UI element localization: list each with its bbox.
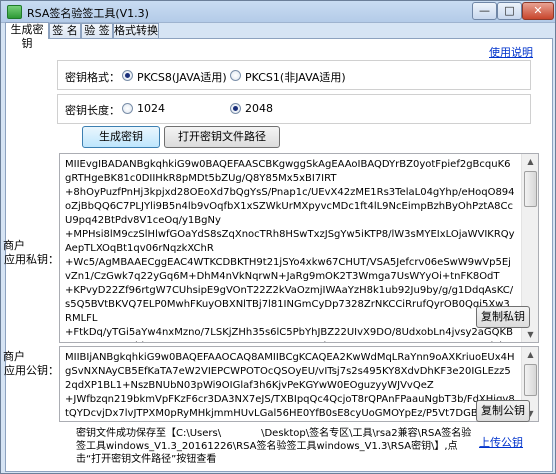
key-length-label: 密钥长度：: [65, 104, 120, 117]
title-bar: RSA签名验签工具(V1.3) — □ ✕: [1, 1, 555, 23]
tab-format-convert[interactable]: 格式转换: [113, 23, 159, 38]
private-key-text: MIIEvgIBADANBgkqhkiG9w0BAQEFAASCBKgwggSk…: [65, 159, 515, 342]
pkcs1-radio[interactable]: [230, 70, 241, 81]
scroll-up-icon[interactable]: ▲: [523, 154, 538, 169]
pkcs8-radio[interactable]: [122, 70, 133, 81]
length-1024-label[interactable]: 1024: [137, 102, 165, 115]
pkcs1-radio-label[interactable]: PKCS1(非JAVA适用): [245, 69, 346, 85]
tab-verify[interactable]: 验 签: [81, 23, 113, 38]
private-key-textarea[interactable]: MIIEvgIBADANBgkqhkiG9w0BAQEFAASCBKgwggSk…: [59, 153, 539, 343]
public-key-label-line1: 商户: [3, 350, 25, 363]
length-2048-radio[interactable]: [230, 103, 241, 114]
app-icon: [7, 5, 22, 19]
length-1024-radio[interactable]: [122, 103, 133, 114]
private-key-label: 商户 应用私钥：: [3, 239, 59, 267]
close-button[interactable]: ✕: [522, 2, 554, 20]
save-status-message: 密钥文件成功保存至【C:\Users\ \Desktop\签名专区\工具\rsa…: [76, 428, 472, 465]
scroll-thumb[interactable]: [524, 364, 537, 396]
tab-sign[interactable]: 签 名: [49, 23, 81, 38]
generate-key-button[interactable]: 生成密钥: [82, 126, 160, 148]
scroll-up-icon[interactable]: ▲: [523, 347, 538, 362]
maximize-button[interactable]: □: [497, 2, 522, 20]
open-key-path-button[interactable]: 打开密钥文件路径: [164, 126, 280, 148]
private-key-label-line2: 应用私钥：: [4, 253, 59, 266]
scroll-thumb[interactable]: [524, 171, 537, 207]
public-key-text: MIIBIjANBgkqhkiG9w0BAQEFAAOCAQ8AMIIBCgKC…: [65, 352, 516, 419]
public-key-label-line2: 应用公钥：: [4, 364, 59, 377]
length-2048-label[interactable]: 2048: [245, 102, 273, 115]
tab-generate-key[interactable]: 生成密钥: [5, 22, 49, 50]
copy-public-key-button[interactable]: 复制公钥: [476, 400, 530, 422]
public-key-label: 商户 应用公钥：: [3, 350, 59, 378]
key-format-label: 密钥格式：: [65, 71, 120, 84]
upload-public-key-link[interactable]: 上传公钥: [479, 434, 523, 450]
private-key-label-line1: 商户: [3, 239, 25, 252]
help-link[interactable]: 使用说明: [489, 44, 533, 60]
app-window: RSA签名验签工具(V1.3) — □ ✕ 生成密钥 签 名 验 签 格式转换 …: [0, 0, 556, 474]
copy-private-key-button[interactable]: 复制私钥: [476, 306, 530, 328]
minimize-button[interactable]: —: [472, 2, 497, 20]
public-key-textarea[interactable]: MIIBIjANBgkqhkiG9w0BAQEFAAOCAQ8AMIIBCgKC…: [59, 346, 539, 422]
scroll-down-icon[interactable]: ▼: [523, 327, 538, 342]
window-title: RSA签名验签工具(V1.3): [27, 7, 149, 20]
pkcs8-radio-label[interactable]: PKCS8(JAVA适用): [137, 69, 227, 85]
